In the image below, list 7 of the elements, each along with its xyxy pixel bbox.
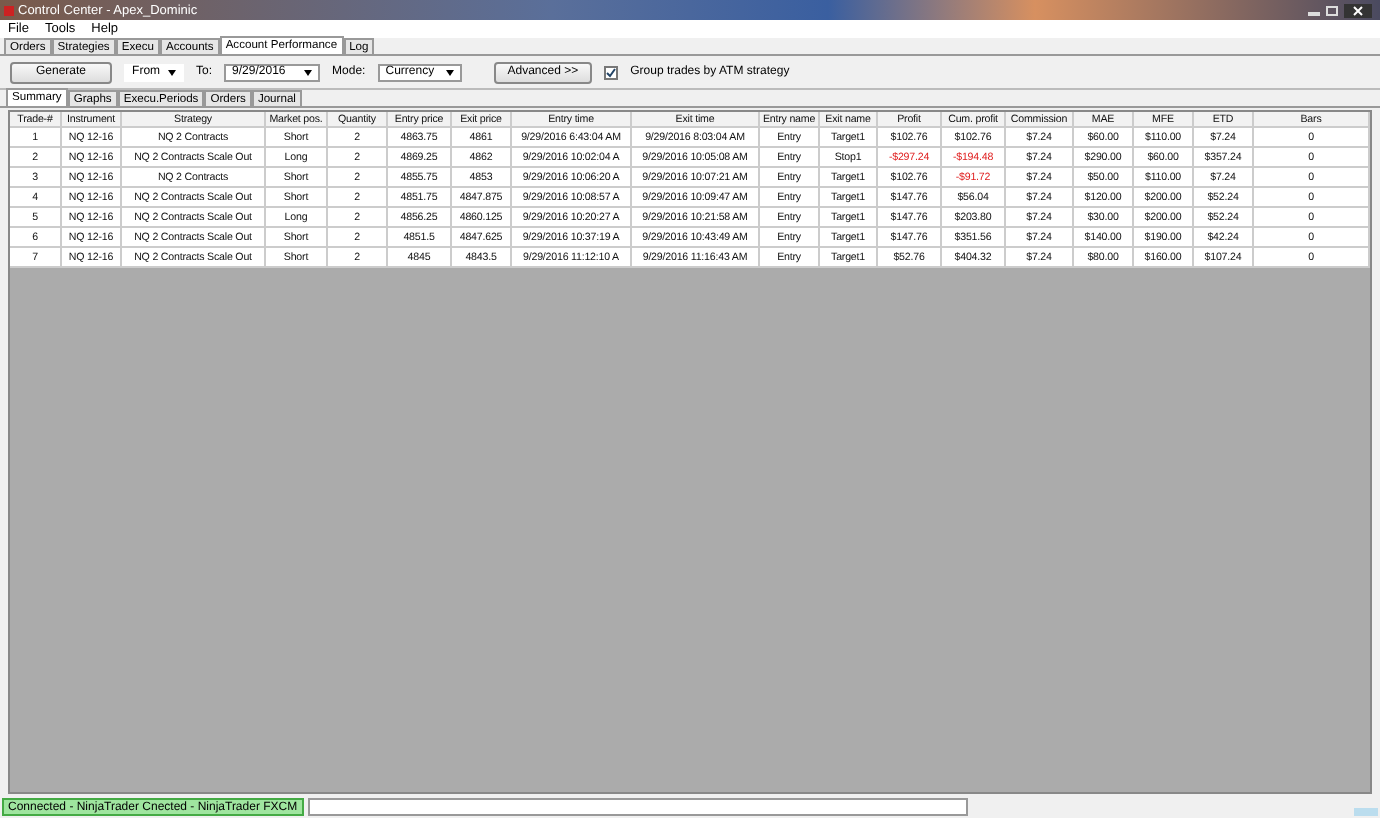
group-checkbox[interactable]: [604, 65, 619, 79]
caret-icon: [168, 69, 177, 75]
caret-icon: [445, 69, 454, 75]
app-icon: [4, 5, 14, 15]
maximize-icon[interactable]: [1326, 5, 1338, 15]
caret-icon: [304, 69, 313, 75]
close-icon[interactable]: [1344, 3, 1372, 17]
